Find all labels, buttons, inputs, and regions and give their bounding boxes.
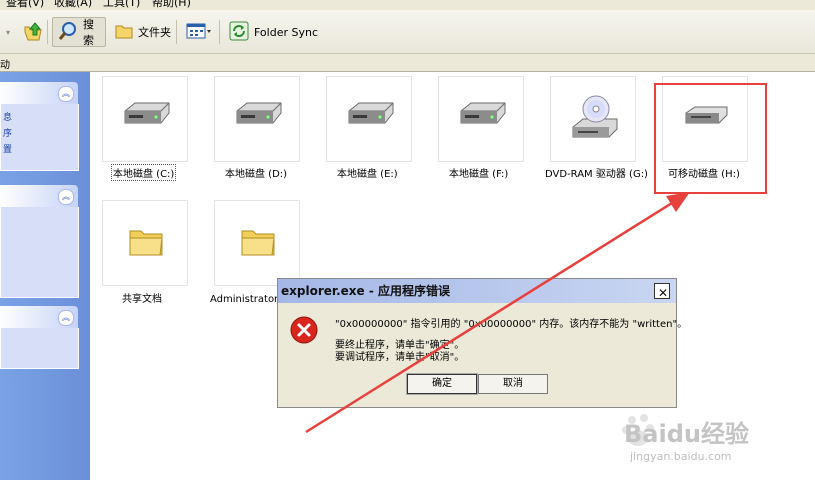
baidu-watermark: Baidu经验 jingyan.baidu.com [620, 412, 810, 468]
watermark-brand: Baidu经验 [624, 420, 749, 448]
watermark-url: jingyan.baidu.com [630, 450, 732, 463]
